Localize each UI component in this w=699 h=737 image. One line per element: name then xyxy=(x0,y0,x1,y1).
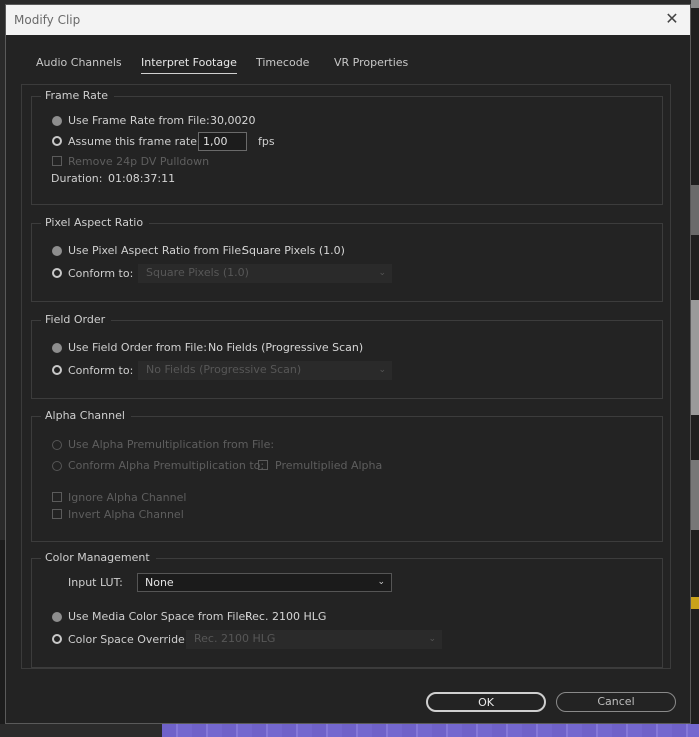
file-frame-rate-value: 30,0020 xyxy=(210,114,256,127)
chevron-down-icon: ⌄ xyxy=(378,268,386,278)
cancel-button[interactable]: Cancel xyxy=(556,692,676,712)
field-order-dropdown[interactable]: No Fields (Progressive Scan) ⌄ xyxy=(138,361,392,380)
use-pixel-aspect-radio[interactable] xyxy=(52,246,62,256)
use-frame-rate-radio[interactable] xyxy=(52,116,62,126)
background-thumbnail xyxy=(691,0,699,8)
premultiplied-alpha-label: Premultiplied Alpha xyxy=(275,459,383,472)
background-marker xyxy=(691,597,699,609)
color-management-group-label: Color Management xyxy=(41,551,156,564)
ignore-alpha-label: Ignore Alpha Channel xyxy=(68,491,187,504)
color-space-override-dropdown[interactable]: Rec. 2100 HLG ⌄ xyxy=(186,630,442,649)
field-order-group: Field Order xyxy=(31,313,663,399)
conform-alpha-premult-radio[interactable] xyxy=(52,461,62,471)
duration-label: Duration: xyxy=(51,172,103,185)
use-alpha-premult-label: Use Alpha Premultiplication from File: xyxy=(68,438,275,451)
use-pixel-aspect-label: Use Pixel Aspect Ratio from File: xyxy=(68,244,245,257)
close-icon[interactable]: ✕ xyxy=(662,9,682,29)
color-space-override-dropdown-value: Rec. 2100 HLG xyxy=(194,632,276,645)
conform-field-order-label: Conform to: xyxy=(68,364,134,377)
background-thumbnail xyxy=(691,185,699,235)
background-timeline-header xyxy=(0,724,162,737)
use-alpha-premult-radio[interactable] xyxy=(52,440,62,450)
alpha-channel-group: Alpha Channel xyxy=(31,409,663,542)
premultiplied-alpha-checkbox[interactable] xyxy=(258,460,268,470)
background-app-edge xyxy=(691,0,699,737)
assume-frame-rate-label: Assume this frame rate: xyxy=(68,135,201,148)
ok-button[interactable]: OK xyxy=(426,692,546,712)
file-field-order-value: No Fields (Progressive Scan) xyxy=(208,341,364,354)
input-lut-label: Input LUT: xyxy=(68,576,123,589)
color-space-override-label: Color Space Override: xyxy=(68,633,189,646)
field-order-group-label: Field Order xyxy=(41,313,112,326)
frame-rate-input[interactable]: 1,00 xyxy=(198,132,247,151)
tab-timecode[interactable]: Timecode xyxy=(256,56,309,69)
duration-value: 01:08:37:11 xyxy=(108,172,176,185)
chevron-down-icon: ⌄ xyxy=(428,634,436,644)
background-timeline-clip xyxy=(162,724,699,737)
use-media-color-space-label: Use Media Color Space from File: xyxy=(68,610,250,623)
use-media-color-space-radio[interactable] xyxy=(52,612,62,622)
tab-interpret-footage[interactable]: Interpret Footage xyxy=(141,56,237,74)
tab-audio-channels[interactable]: Audio Channels xyxy=(36,56,122,69)
invert-alpha-checkbox[interactable] xyxy=(52,509,62,519)
media-color-space-value: Rec. 2100 HLG xyxy=(245,610,327,623)
invert-alpha-label: Invert Alpha Channel xyxy=(68,508,184,521)
fps-label: fps xyxy=(258,135,275,148)
use-frame-rate-label: Use Frame Rate from File: xyxy=(68,114,210,127)
remove-pulldown-label: Remove 24p DV Pulldown xyxy=(68,155,210,168)
use-field-order-radio[interactable] xyxy=(52,343,62,353)
color-space-override-radio[interactable] xyxy=(52,634,62,644)
chevron-down-icon: ⌄ xyxy=(378,365,386,375)
frame-rate-group-label: Frame Rate xyxy=(41,89,114,102)
pixel-aspect-group: Pixel Aspect Ratio xyxy=(31,216,663,302)
pixel-aspect-dropdown-value: Square Pixels (1.0) xyxy=(146,266,249,279)
pixel-aspect-dropdown[interactable]: Square Pixels (1.0) ⌄ xyxy=(138,264,392,283)
use-field-order-label: Use Field Order from File: xyxy=(68,341,207,354)
alpha-channel-group-label: Alpha Channel xyxy=(41,409,131,422)
frame-rate-group: Frame Rate xyxy=(31,89,663,205)
file-pixel-aspect-value: Square Pixels (1.0) xyxy=(242,244,345,257)
assume-frame-rate-radio[interactable] xyxy=(52,136,62,146)
field-order-dropdown-value: No Fields (Progressive Scan) xyxy=(146,363,302,376)
conform-alpha-premult-label: Conform Alpha Premultiplication to: xyxy=(68,459,265,472)
titlebar: Modify Clip ✕ xyxy=(6,5,690,35)
input-lut-dropdown-value: None xyxy=(145,576,174,589)
dialog-title: Modify Clip xyxy=(14,13,81,27)
conform-field-order-radio[interactable] xyxy=(52,365,62,375)
background-thumbnail xyxy=(691,300,699,415)
background-thumbnail xyxy=(691,460,699,530)
chevron-down-icon: ⌄ xyxy=(377,577,385,587)
background-timeline xyxy=(0,724,699,737)
conform-pixel-aspect-label: Conform to: xyxy=(68,267,134,280)
remove-pulldown-checkbox[interactable] xyxy=(52,156,62,166)
ignore-alpha-checkbox[interactable] xyxy=(52,492,62,502)
modify-clip-dialog: Modify Clip ✕ Audio Channels Interpret F… xyxy=(5,4,691,724)
conform-pixel-aspect-radio[interactable] xyxy=(52,268,62,278)
input-lut-dropdown[interactable]: None ⌄ xyxy=(137,573,392,592)
pixel-aspect-group-label: Pixel Aspect Ratio xyxy=(41,216,150,229)
tab-vr-properties[interactable]: VR Properties xyxy=(334,56,408,69)
